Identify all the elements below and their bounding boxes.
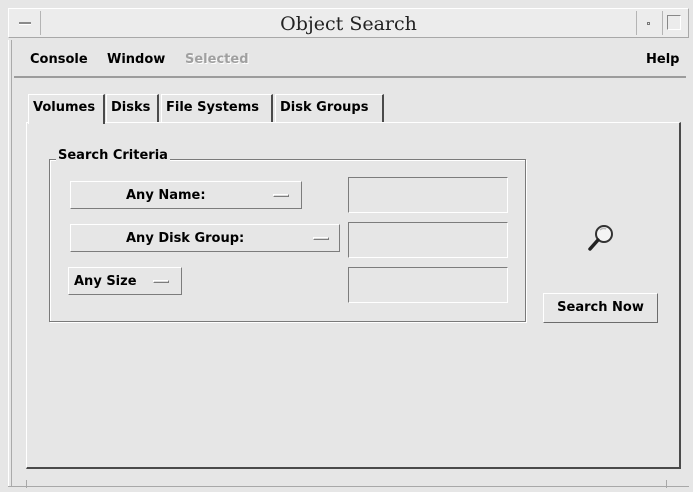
tab-disk-groups-label: Disk Groups — [280, 100, 369, 115]
window-title: Object Search — [280, 13, 417, 35]
tab-file-systems-label: File Systems — [166, 100, 260, 115]
disk-group-field[interactable] — [348, 222, 508, 258]
option-indicator-icon — [313, 237, 329, 240]
search-now-button[interactable]: Search Now — [543, 293, 658, 323]
option-indicator-icon — [153, 280, 169, 283]
tab-disks[interactable]: Disks — [106, 94, 159, 122]
name-option-menu[interactable]: Any Name: — [70, 181, 302, 209]
size-option-menu[interactable]: Any Size — [68, 267, 182, 295]
window-bottom-border — [8, 486, 689, 487]
maximize-button[interactable] — [662, 11, 684, 35]
search-criteria-label: Search Criteria — [56, 148, 170, 163]
tab-disk-groups[interactable]: Disk Groups — [275, 94, 384, 122]
disk-group-option-label: Any Disk Group: — [126, 231, 245, 246]
maximize-icon — [667, 15, 681, 30]
tab-volumes-label: Volumes — [33, 100, 96, 115]
tab-file-systems[interactable]: File Systems — [161, 94, 273, 122]
size-option-label: Any Size — [74, 274, 137, 289]
menu-bar: Console Window Selected Help — [14, 44, 686, 78]
menu-window[interactable]: Window — [107, 52, 165, 67]
title-bar[interactable]: Object Search — [8, 8, 689, 38]
disk-group-option-menu[interactable]: Any Disk Group: — [70, 224, 340, 252]
tab-disks-label: Disks — [111, 100, 151, 115]
window-left-border — [8, 40, 12, 487]
menu-console[interactable]: Console — [30, 52, 88, 67]
menu-help[interactable]: Help — [646, 52, 679, 67]
menu-selected[interactable]: Selected — [185, 52, 249, 67]
object-search-window: Object Search Console Window Selected He… — [0, 0, 693, 492]
size-field[interactable] — [348, 267, 508, 303]
resize-handle-right[interactable] — [666, 480, 667, 488]
name-field[interactable] — [348, 177, 508, 213]
name-option-label: Any Name: — [126, 188, 206, 203]
tab-volumes[interactable]: Volumes — [28, 94, 105, 124]
minimize-button[interactable] — [636, 11, 658, 35]
option-indicator-icon — [273, 194, 289, 197]
magnifier-icon — [588, 225, 613, 251]
minimize-icon — [647, 22, 650, 25]
resize-handle-left[interactable] — [26, 480, 27, 488]
